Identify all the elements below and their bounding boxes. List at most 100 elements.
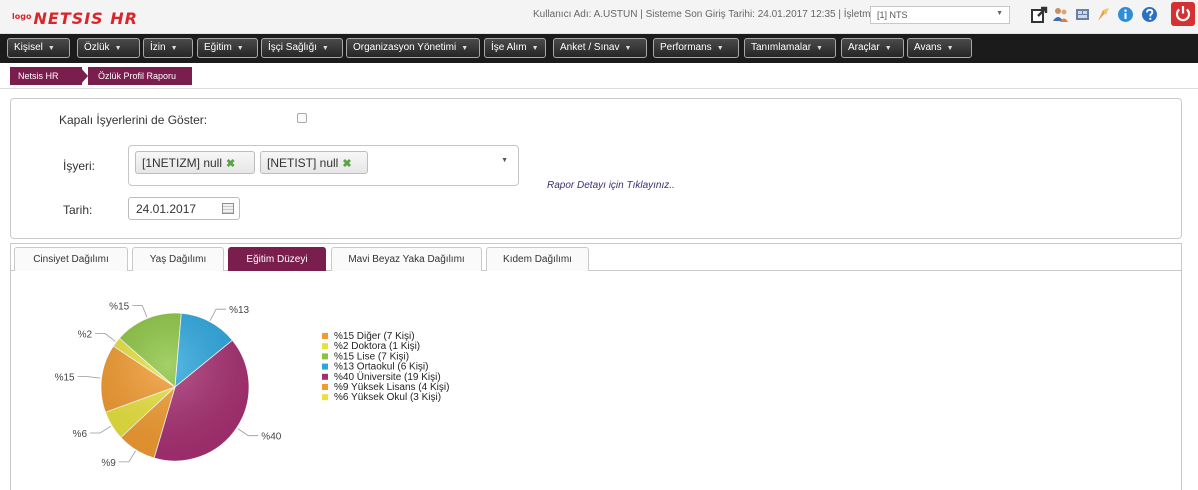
legend-swatch: [322, 333, 328, 339]
menu-label: Özlük: [84, 42, 110, 53]
menu-label: Eğitim: [204, 42, 232, 53]
closed-workplaces-label: Kapalı İşyerlerini de Göster:: [59, 113, 208, 127]
workplace-tag-label: [NETIST] null: [267, 156, 339, 170]
chevron-down-icon: ▼: [461, 45, 469, 52]
tab-egitim-duzeyi[interactable]: Eğitim Düzeyi: [228, 247, 326, 271]
legend-swatch: [322, 343, 328, 350]
pie-label-leader: [95, 333, 116, 342]
menu-isci-sagligi[interactable]: İşçi Sağlığı ▼: [261, 38, 343, 58]
main-menu-bar: Kişisel ▼ Özlük ▼ İzin ▼ Eğitim ▼ İşçi Sağlı…: [0, 34, 1198, 63]
external-link-icon[interactable]: [1031, 6, 1048, 23]
menu-label: Organizasyon Yönetimi: [353, 42, 457, 53]
menu-organizasyon-yonetimi[interactable]: Organizasyon Yönetimi ▼: [346, 38, 480, 58]
menu-label: Performans: [660, 42, 712, 53]
users-icon[interactable]: [1052, 6, 1069, 23]
legend-swatch: [322, 373, 328, 380]
pie-label-leader: [90, 425, 112, 434]
date-value: 24.01.2017: [136, 202, 197, 216]
logo-prefix: logo: [12, 12, 32, 21]
menu-ise-alim[interactable]: İşe Alım ▼: [484, 38, 546, 58]
netsis-hr-logo[interactable]: logo NETSIS HR: [12, 9, 138, 28]
workplace-tag-label: [1NETIZM] null: [142, 156, 223, 170]
top-bar: logo NETSIS HR Kullanıcı Adı: A.USTUN | S…: [0, 0, 1198, 34]
chevron-down-icon: ▼: [946, 45, 954, 52]
logout-button[interactable]: [1171, 2, 1195, 26]
menu-label: İşe Alım: [491, 42, 527, 53]
pie-percent-label: %2: [78, 330, 93, 341]
pie-percent-label: %15: [55, 373, 75, 384]
menu-egitim[interactable]: Eğitim ▼: [197, 38, 258, 58]
pie-percent-label: %15: [109, 301, 129, 312]
menu-anket-sinav[interactable]: Anket / Sınav ▼: [553, 38, 647, 58]
logo-text: NETSIS HR: [33, 9, 138, 28]
award-icon[interactable]: [1095, 6, 1112, 23]
legend-label: %6 Yüksek Okul (3 Kişi): [334, 392, 441, 403]
menu-label: Kişisel: [14, 42, 43, 53]
breadcrumb-arrow-icon: [80, 67, 88, 85]
menu-izin[interactable]: İzin ▼: [143, 38, 193, 58]
tab-mavi-beyaz-yaka-dagilimi[interactable]: Mavi Beyaz Yaka Dağılımı: [331, 247, 482, 271]
menu-label: İşçi Sağlığı: [268, 42, 317, 53]
chart-legend: %15 Diğer (7 Kişi)%2 Doktora (1 Kişi)%15…: [322, 331, 449, 403]
chevron-down-icon: ▼: [114, 45, 122, 52]
chevron-down-icon: ▼: [884, 45, 892, 52]
date-input[interactable]: 24.01.2017: [128, 197, 240, 220]
menu-avans[interactable]: Avans ▼: [907, 38, 972, 58]
chevron-down-icon: ▼: [716, 45, 724, 52]
menu-performans[interactable]: Performans ▼: [653, 38, 739, 58]
tab-strip: Cinsiyet Dağılımı Yaş Dağılımı Eğitim Dü…: [11, 244, 1181, 271]
date-label: Tarih:: [63, 203, 93, 217]
pie-percent-label: %40: [261, 432, 281, 443]
pie-label-leader: [209, 308, 227, 321]
menu-araclar[interactable]: Araçlar ▼: [841, 38, 904, 58]
remove-tag-icon[interactable]: ✖: [342, 158, 351, 170]
company-select-value: [1] NTS: [877, 10, 908, 20]
tab-kidem-dagilimi[interactable]: Kıdem Dağılımı: [486, 247, 589, 271]
breadcrumb: Netsis HR Özlük Profil Raporu: [0, 63, 1198, 89]
tab-cinsiyet-dagilimi[interactable]: Cinsiyet Dağılımı: [14, 247, 128, 271]
legend-swatch: [322, 353, 328, 360]
filter-panel: Kapalı İşyerlerini de Göster: İşyeri: [1…: [10, 98, 1182, 239]
pie-percent-label: %13: [229, 305, 249, 316]
pie-label-leader: [237, 428, 259, 437]
menu-label: Tanımlamalar: [751, 42, 812, 53]
chevron-down-icon: ▼: [47, 45, 55, 52]
breadcrumb-home[interactable]: Netsis HR: [10, 67, 82, 85]
power-icon: [1175, 6, 1191, 22]
report-icon[interactable]: [1074, 6, 1091, 23]
education-pie-chart: %15 %2 %15 %13 %40 %9 %6 %15 Diğer (7 Kişi)%2 …: [55, 301, 450, 469]
menu-kisisel[interactable]: Kişisel ▼: [7, 38, 70, 58]
menu-ozluk[interactable]: Özlük ▼: [77, 38, 140, 58]
menu-label: Avans: [914, 42, 942, 53]
chevron-down-icon: ▼: [321, 45, 329, 52]
pie-percent-label: %6: [73, 429, 88, 440]
menu-label: Anket / Sınav: [560, 42, 620, 53]
calendar-icon[interactable]: [222, 203, 234, 214]
chevron-down-icon: ▼: [996, 10, 1003, 17]
company-select[interactable]: [1] NTS ▼: [870, 6, 1010, 24]
chevron-down-icon[interactable]: ▼: [501, 157, 508, 164]
legend-label: %40 Üniversite (19 Kişi): [334, 371, 441, 383]
report-detail-link[interactable]: Rapor Detayı için Tıklayınız..: [547, 180, 675, 191]
help-icon[interactable]: [1141, 6, 1158, 23]
workplace-multiselect[interactable]: [1NETIZM] null ✖ [NETIST] null ✖ ▼: [128, 145, 519, 186]
workplace-tag[interactable]: [1NETIZM] null ✖: [135, 151, 255, 174]
closed-workplaces-checkbox[interactable]: [297, 113, 307, 123]
legend-swatch: [322, 363, 328, 370]
info-icon[interactable]: [1117, 6, 1134, 23]
breadcrumb-current-page: Özlük Profil Raporu: [88, 67, 192, 85]
workplace-tag[interactable]: [NETIST] null ✖: [260, 151, 368, 174]
chevron-down-icon: ▼: [816, 45, 823, 52]
tab-yas-dagilimi[interactable]: Yaş Dağılımı: [132, 247, 224, 271]
pie-percent-label: %9: [101, 458, 116, 469]
remove-tag-icon[interactable]: ✖: [226, 158, 235, 170]
pie-label-leader: [77, 376, 101, 379]
pie-label-leader: [118, 450, 136, 463]
menu-label: Araçlar: [848, 42, 880, 53]
legend-swatch: [322, 394, 328, 401]
menu-tanimlamalar[interactable]: Tanımlamalar ▼: [744, 38, 836, 58]
chevron-down-icon: ▼: [531, 45, 539, 52]
chevron-down-icon: ▼: [170, 45, 178, 52]
workplace-label: İşyeri:: [63, 159, 96, 173]
pie-label-leader: [132, 304, 148, 318]
